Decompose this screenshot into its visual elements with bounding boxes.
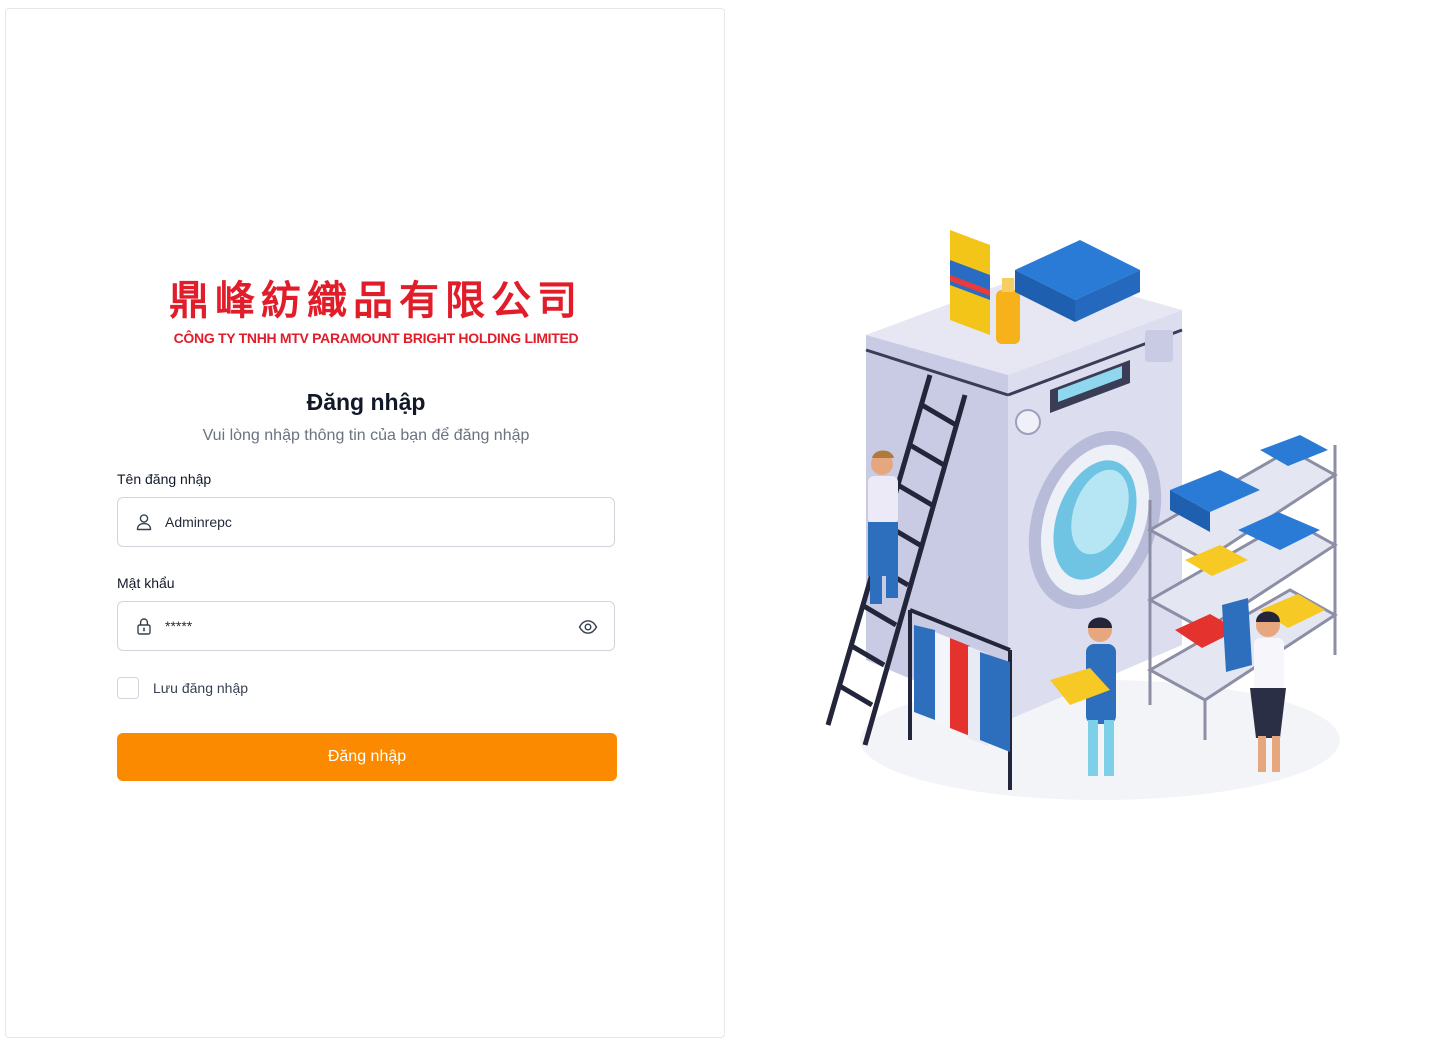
company-logo: 鼎峰紡織品有限公司 CÔNG TY TNHH MTV PARAMOUNT BRI… [146, 275, 606, 355]
login-button[interactable]: Đăng nhập [117, 733, 617, 781]
laundry-illustration [825, 230, 1340, 800]
password-value[interactable]: ***** [165, 618, 192, 634]
eye-icon[interactable] [578, 617, 598, 637]
password-label: Mật khẩu [117, 575, 175, 591]
logo-company-name: CÔNG TY TNHH MTV PARAMOUNT BRIGHT HOLDIN… [173, 330, 579, 346]
page-title: Đăng nhập [306, 389, 426, 415]
remember-checkbox[interactable] [117, 677, 139, 699]
remember-label[interactable]: Lưu đăng nhập [153, 680, 248, 696]
password-field[interactable]: ***** [117, 601, 615, 651]
username-label: Tên đăng nhập [117, 471, 212, 487]
logo-cjk-name: 鼎峰紡織品有限公司 [169, 278, 583, 324]
login-panel: 鼎峰紡織品有限公司 CÔNG TY TNHH MTV PARAMOUNT BRI… [5, 8, 725, 1038]
username-field[interactable]: Adminrepc [117, 497, 615, 547]
lock-icon [137, 618, 151, 635]
username-value[interactable]: Adminrepc [165, 514, 232, 530]
page-subtitle: Vui lòng nhập thông tin của bạn để đăng … [202, 427, 530, 444]
user-icon [136, 514, 152, 531]
